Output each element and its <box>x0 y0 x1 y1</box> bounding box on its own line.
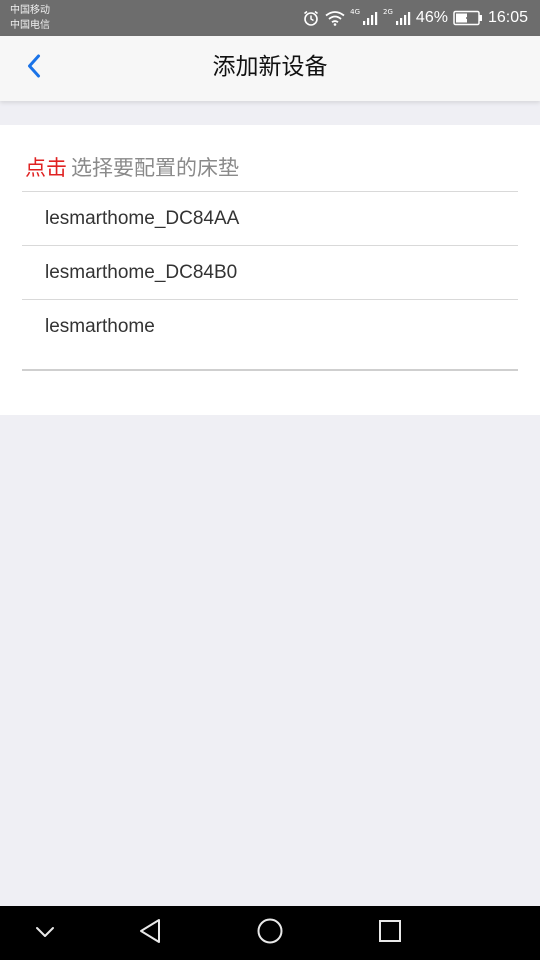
recents-square-icon <box>378 919 402 947</box>
hide-nav-button[interactable] <box>15 906 75 960</box>
nav-bar: 添加新设备 <box>0 36 540 101</box>
recents-button[interactable] <box>360 906 420 960</box>
device-item[interactable]: lesmarthome <box>22 300 518 353</box>
system-nav-bar <box>0 906 540 960</box>
device-card: 点击 选择要配置的床垫 lesmarthome_DC84AA lesmarthom… <box>0 125 540 415</box>
chevron-down-icon <box>34 924 56 943</box>
carrier-2: 中国电信 <box>10 20 50 31</box>
network-type-2: 2G <box>383 8 393 16</box>
device-list: lesmarthome_DC84AA lesmarthome_DC84B0 le… <box>22 192 518 353</box>
wifi-icon <box>325 10 345 26</box>
alarm-icon <box>302 9 320 27</box>
page-title: 添加新设备 <box>212 54 328 80</box>
signal-icon-1 <box>362 10 378 26</box>
home-circle-icon <box>256 917 284 949</box>
instruction: 点击 选择要配置的床垫 <box>25 151 239 185</box>
system-back-button[interactable] <box>120 906 180 960</box>
carrier-1: 中国移动 <box>10 5 50 16</box>
instruction-hint: 选择要配置的床垫 <box>71 156 239 180</box>
status-bar: 中国移动 中国电信 4G 2G 46% 16:05 <box>0 0 540 36</box>
network-type-1: 4G <box>350 8 361 16</box>
status-icons: 4G 2G 46% 16:05 <box>302 0 528 36</box>
tap-label: 点击 <box>25 156 67 180</box>
divider <box>22 369 518 371</box>
signal-icon-2 <box>395 10 411 26</box>
battery-percent: 46% <box>415 9 448 26</box>
battery-icon <box>453 10 483 26</box>
back-triangle-icon <box>138 918 162 948</box>
home-button[interactable] <box>240 906 300 960</box>
clock: 16:05 <box>487 9 528 26</box>
carrier-info: 中国移动 中国电信 <box>10 3 50 33</box>
device-item[interactable]: lesmarthome_DC84B0 <box>22 246 518 300</box>
device-item[interactable]: lesmarthome_DC84AA <box>22 192 518 246</box>
